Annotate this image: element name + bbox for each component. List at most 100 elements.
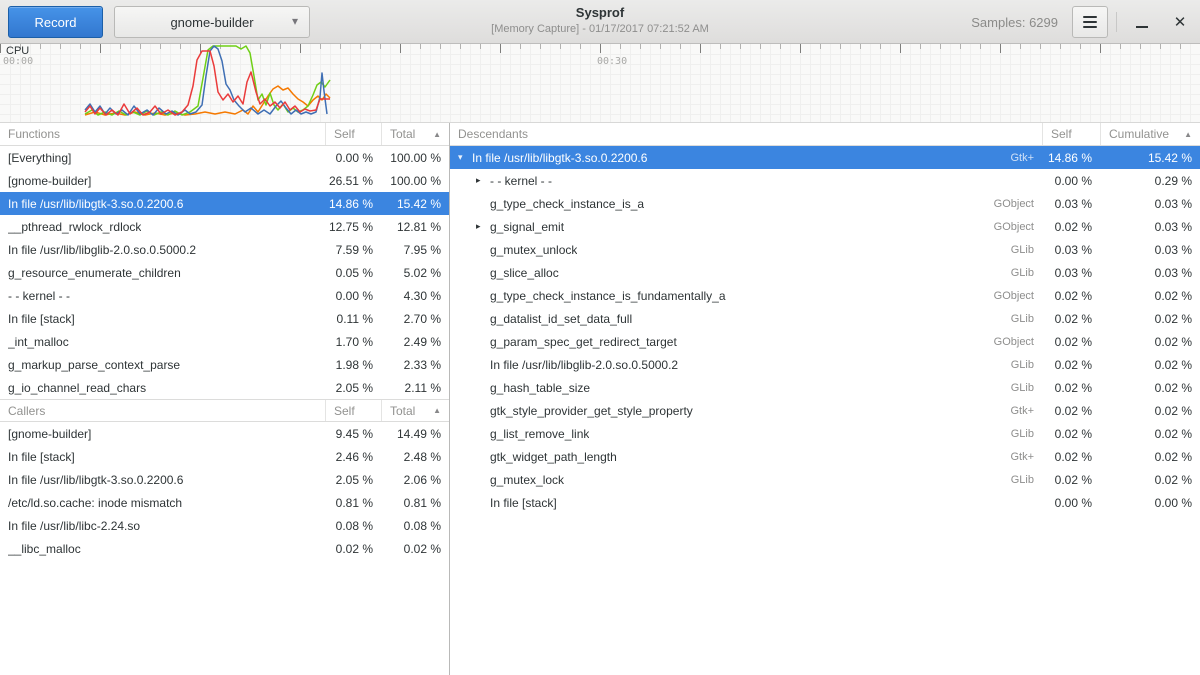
- self-percent: 1.98 %: [325, 358, 381, 372]
- function-name-cell: __pthread_rwlock_rdlock: [0, 220, 325, 234]
- descendants-row[interactable]: g_slice_allocGLib0.03 %0.03 %: [450, 261, 1200, 284]
- functions-row[interactable]: In file /usr/lib/libglib-2.0.so.0.5000.2…: [0, 238, 449, 261]
- descendants-row[interactable]: ▾In file /usr/lib/libgtk-3.so.0.2200.6Gt…: [450, 146, 1200, 169]
- expander-closed-icon[interactable]: ▸: [476, 175, 490, 186]
- sort-ascending-icon: ▲: [1180, 130, 1192, 139]
- self-percent: 26.51 %: [325, 174, 381, 188]
- library-tag: GObject: [984, 198, 1042, 210]
- descendants-row[interactable]: g_list_remove_linkGLib0.02 %0.02 %: [450, 422, 1200, 445]
- functions-row[interactable]: g_resource_enumerate_children0.05 %5.02 …: [0, 261, 449, 284]
- functions-column-header[interactable]: Functions: [0, 123, 325, 145]
- headerbar: Record gnome-builder ▾ Sysprof [Memory C…: [0, 0, 1200, 44]
- cumulative-percent: 15.42 %: [1100, 151, 1200, 165]
- function-name-cell: [Everything]: [0, 151, 325, 165]
- function-name-cell: g_markup_parse_context_parse: [0, 358, 325, 372]
- sysprof-window: Record gnome-builder ▾ Sysprof [Memory C…: [0, 0, 1200, 675]
- header-separator: [1116, 12, 1117, 32]
- callers-row[interactable]: __libc_malloc0.02 %0.02 %: [0, 537, 449, 560]
- descendants-row[interactable]: ▸g_signal_emitGObject0.02 %0.03 %: [450, 215, 1200, 238]
- descendants-row[interactable]: In file [stack]0.00 %0.00 %: [450, 491, 1200, 514]
- functions-row[interactable]: g_markup_parse_context_parse1.98 %2.33 %: [0, 353, 449, 376]
- descendant-name-cell: In file [stack]: [450, 496, 1042, 510]
- cumulative-percent: 0.03 %: [1100, 243, 1200, 257]
- callers-column-header[interactable]: Callers: [0, 400, 325, 421]
- descendants-row[interactable]: g_mutex_unlockGLib0.03 %0.03 %: [450, 238, 1200, 261]
- function-name-cell: - - kernel - -: [0, 289, 325, 303]
- library-tag: GLib: [1001, 244, 1042, 256]
- total-column-header[interactable]: Total ▲: [381, 123, 449, 145]
- functions-row[interactable]: _int_malloc1.70 %2.49 %: [0, 330, 449, 353]
- functions-row[interactable]: [gnome-builder]26.51 %100.00 %: [0, 169, 449, 192]
- function-name-cell: In file /usr/lib/libgtk-3.so.0.2200.6: [0, 197, 325, 211]
- self-percent: 0.02 %: [1042, 381, 1100, 395]
- self-percent: 2.46 %: [325, 450, 381, 464]
- functions-row[interactable]: __pthread_rwlock_rdlock12.75 %12.81 %: [0, 215, 449, 238]
- descendants-row[interactable]: ▸- - kernel - -0.00 %0.29 %: [450, 169, 1200, 192]
- cumulative-percent: 0.02 %: [1100, 358, 1200, 372]
- callers-row[interactable]: In file [stack]2.46 %2.48 %: [0, 445, 449, 468]
- descendants-row[interactable]: g_hash_table_sizeGLib0.02 %0.02 %: [450, 376, 1200, 399]
- cpu-line-red: [85, 51, 330, 115]
- expander-open-icon[interactable]: ▾: [458, 152, 472, 163]
- library-tag: GLib: [1001, 313, 1042, 325]
- descendants-row[interactable]: g_type_check_instance_is_fundamentally_a…: [450, 284, 1200, 307]
- app-title: Sysprof: [320, 5, 880, 20]
- hamburger-icon: [1083, 16, 1097, 18]
- self-percent: 14.86 %: [1042, 151, 1100, 165]
- self-percent: 0.02 %: [1042, 450, 1100, 464]
- functions-row[interactable]: In file /usr/lib/libgtk-3.so.0.2200.614.…: [0, 192, 449, 215]
- library-tag: Gtk+: [1000, 405, 1042, 417]
- descendants-row[interactable]: g_mutex_lockGLib0.02 %0.02 %: [450, 468, 1200, 491]
- function-name: In file [stack]: [8, 450, 75, 464]
- callers-row[interactable]: In file /usr/lib/libgtk-3.so.0.2200.62.0…: [0, 468, 449, 491]
- chevron-down-icon: ▾: [292, 14, 298, 28]
- main-content: Functions Self Total ▲ [Everything]0.00 …: [0, 122, 1200, 675]
- descendants-row[interactable]: g_datalist_id_set_data_fullGLib0.02 %0.0…: [450, 307, 1200, 330]
- functions-row[interactable]: In file [stack]0.11 %2.70 %: [0, 307, 449, 330]
- descendant-name: g_slice_alloc: [490, 266, 559, 280]
- descendants-row[interactable]: g_type_check_instance_is_aGObject0.03 %0…: [450, 192, 1200, 215]
- function-name: __libc_malloc: [8, 542, 81, 556]
- callers-row[interactable]: [gnome-builder]9.45 %14.49 %: [0, 422, 449, 445]
- functions-row[interactable]: g_io_channel_read_chars2.05 %2.11 %: [0, 376, 449, 399]
- expander-closed-icon[interactable]: ▸: [476, 221, 490, 232]
- total-percent: 4.30 %: [381, 289, 449, 303]
- self-column-header[interactable]: Self: [325, 400, 381, 421]
- function-name-cell: In file [stack]: [0, 312, 325, 326]
- descendant-name-cell: ▸- - kernel - -: [450, 174, 1042, 188]
- descendant-name: - - kernel - -: [490, 174, 552, 188]
- total-percent: 2.33 %: [381, 358, 449, 372]
- functions-row[interactable]: - - kernel - -0.00 %4.30 %: [0, 284, 449, 307]
- callers-row[interactable]: In file /usr/lib/libc-2.24.so0.08 %0.08 …: [0, 514, 449, 537]
- total-percent: 0.81 %: [381, 496, 449, 510]
- functions-row[interactable]: [Everything]0.00 %100.00 %: [0, 146, 449, 169]
- self-percent: 0.05 %: [325, 266, 381, 280]
- cumulative-column-header[interactable]: Cumulative ▲: [1100, 123, 1200, 145]
- record-button[interactable]: Record: [8, 6, 103, 38]
- total-percent: 7.95 %: [381, 243, 449, 257]
- descendant-name-cell: g_type_check_instance_is_aGObject: [450, 197, 1042, 211]
- self-column-header[interactable]: Self: [325, 123, 381, 145]
- time-label-start: 00:00: [3, 56, 33, 67]
- cpu-timeline-graph[interactable]: CPU 00:00 00:30: [0, 44, 1200, 122]
- descendant-name: In file [stack]: [490, 496, 557, 510]
- descendants-row[interactable]: g_param_spec_get_redirect_targetGObject0…: [450, 330, 1200, 353]
- cumulative-percent: 0.02 %: [1100, 312, 1200, 326]
- descendants-row[interactable]: In file /usr/lib/libglib-2.0.so.0.5000.2…: [450, 353, 1200, 376]
- descendants-row[interactable]: gtk_widget_path_lengthGtk+0.02 %0.02 %: [450, 445, 1200, 468]
- callers-row[interactable]: /etc/ld.so.cache: inode mismatch0.81 %0.…: [0, 491, 449, 514]
- close-button[interactable]: ✕: [1164, 6, 1196, 38]
- time-label-mid: 00:30: [597, 56, 627, 67]
- descendant-name-cell: gtk_style_provider_get_style_propertyGtk…: [450, 404, 1042, 418]
- function-name-cell: _int_malloc: [0, 335, 325, 349]
- self-column-header[interactable]: Self: [1042, 123, 1100, 145]
- descendants-column-header[interactable]: Descendants: [450, 123, 1042, 145]
- total-percent: 2.06 %: [381, 473, 449, 487]
- descendant-name: g_type_check_instance_is_fundamentally_a: [490, 289, 726, 303]
- process-selector-dropdown[interactable]: gnome-builder ▾: [114, 6, 310, 38]
- descendants-row[interactable]: gtk_style_provider_get_style_propertyGtk…: [450, 399, 1200, 422]
- total-column-header[interactable]: Total ▲: [381, 400, 449, 421]
- minimize-button[interactable]: [1126, 6, 1158, 38]
- self-percent: 0.11 %: [325, 312, 381, 326]
- hamburger-menu-button[interactable]: [1072, 6, 1108, 38]
